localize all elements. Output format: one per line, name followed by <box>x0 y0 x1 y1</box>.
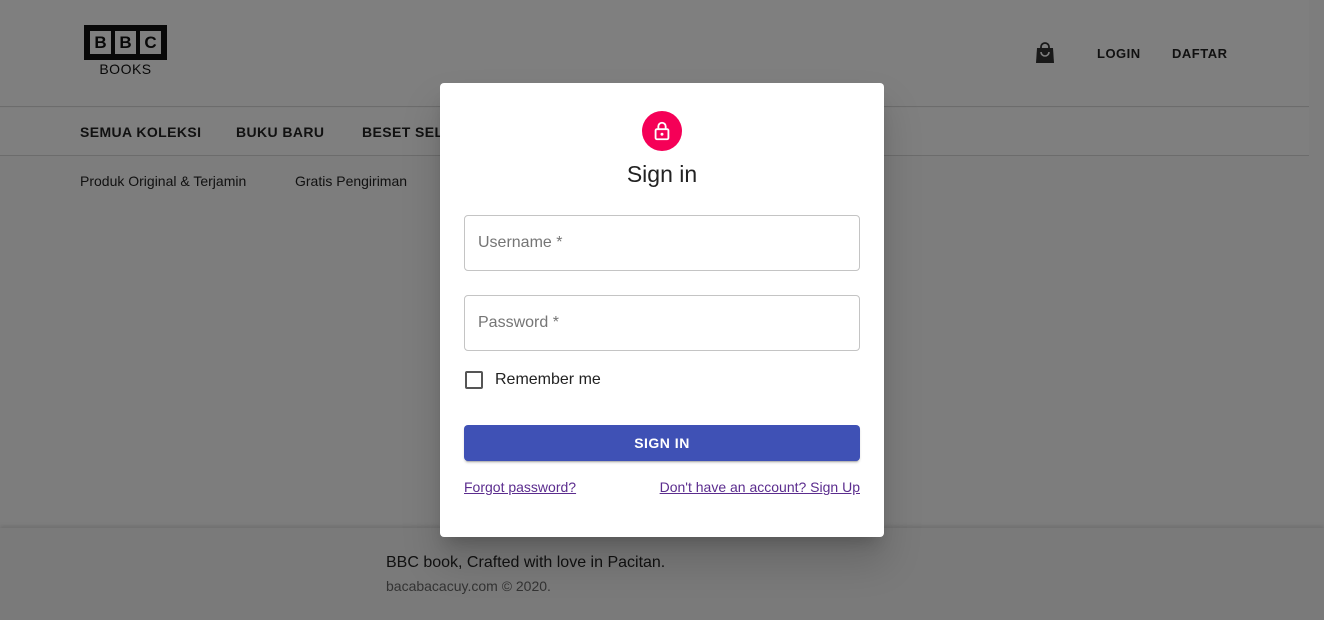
username-input[interactable] <box>465 216 859 270</box>
remember-me-label[interactable]: Remember me <box>495 371 601 389</box>
remember-me-checkbox[interactable] <box>465 371 483 389</box>
dialog-title: Sign in <box>626 161 698 187</box>
sign-up-link[interactable]: Don't have an account? Sign Up <box>660 479 860 495</box>
forgot-password-link[interactable]: Forgot password? <box>464 479 576 495</box>
sign-in-dialog: Sign in Username * Password * Remember m… <box>440 83 884 537</box>
password-field[interactable]: Password * <box>464 295 860 351</box>
lock-icon <box>642 111 682 151</box>
remember-me-control[interactable]: Remember me <box>464 368 601 392</box>
password-input[interactable] <box>465 296 859 350</box>
username-field[interactable]: Username * <box>464 215 860 271</box>
sign-in-button[interactable]: SIGN IN <box>464 425 860 461</box>
